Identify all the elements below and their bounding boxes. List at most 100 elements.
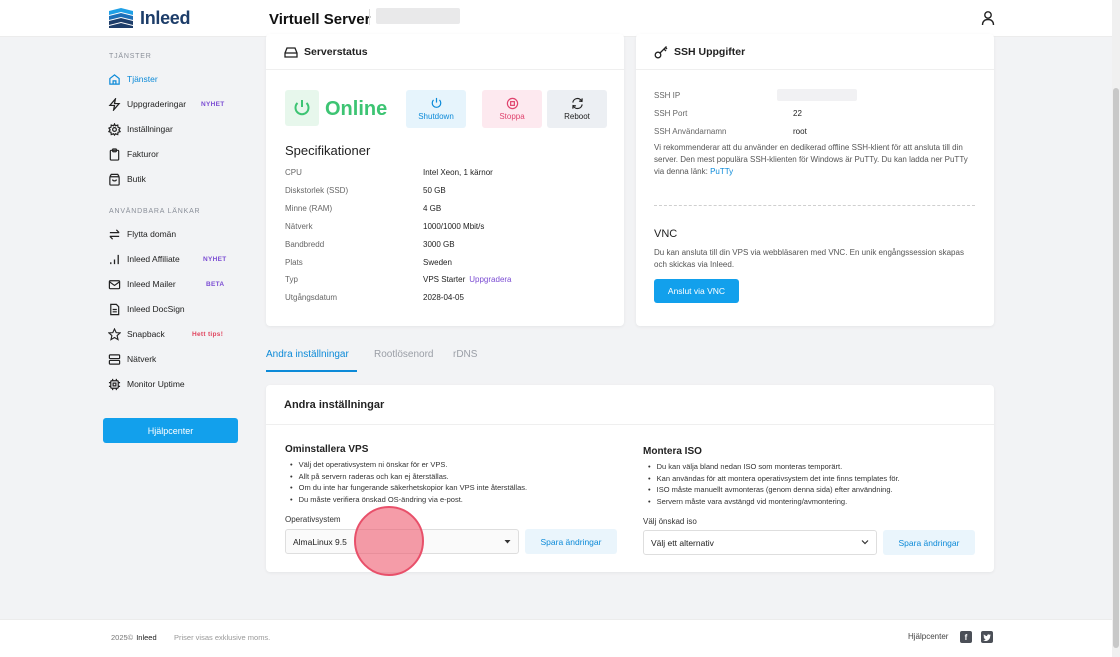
server-status-header: Serverstatus <box>266 34 624 70</box>
footer-note: Priser visas exklusive moms. <box>174 633 271 642</box>
spec-key: Nätverk <box>285 222 313 231</box>
vnc-note: Du kan ansluta till din VPS via webbläsa… <box>654 248 964 269</box>
transfer-icon <box>109 228 120 240</box>
sidebar-item-label: Inleed DocSign <box>127 304 185 314</box>
power-icon <box>431 97 441 108</box>
sidebar-item-label: Snapback <box>127 329 165 339</box>
sidebar-item-uppgraderingar[interactable]: Uppgraderingar <box>108 96 186 112</box>
scrollbar[interactable] <box>1112 0 1120 657</box>
inleed-logo-icon <box>109 8 133 28</box>
settings-title: Andra inställningar <box>284 399 385 411</box>
list-item: Du kan välja bland nedan ISO som montera… <box>648 461 900 473</box>
spec-value: Sweden <box>423 258 452 267</box>
spec-value: Intel Xeon, 1 kärnor <box>423 168 493 177</box>
putty-link[interactable]: PuTTy <box>710 167 733 176</box>
stop-label: Stoppa <box>499 112 525 121</box>
footer-copyright: 2025© Inleed <box>111 633 157 642</box>
help-center-button[interactable]: Hjälpcenter <box>103 418 238 443</box>
home-icon <box>109 73 120 85</box>
copyright-text: 2025© <box>111 633 134 642</box>
brand-name: Inleed <box>140 7 191 28</box>
reboot-label: Reboot <box>564 112 590 121</box>
spec-value: VPS Starter <box>423 275 466 284</box>
tab-rootlosenord[interactable]: Rootlösenord <box>374 349 433 360</box>
sidebar-item-butik[interactable]: Butik <box>108 171 146 187</box>
facebook-icon[interactable]: f <box>960 631 972 643</box>
list-item: Du måste verifiera önskad OS-ändring via… <box>290 494 527 506</box>
sidebar-item-installningar[interactable]: Inställningar <box>108 121 173 137</box>
twitter-icon[interactable] <box>981 631 993 643</box>
stop-button[interactable]: Stoppa <box>482 90 542 128</box>
shutdown-label: Shutdown <box>418 112 454 121</box>
links-heading: ANVÄNDBARA LÄNKAR <box>109 208 201 215</box>
active-tab-indicator <box>266 370 357 372</box>
os-select-value: AlmaLinux 9.5 <box>293 536 347 547</box>
spec-value: 3000 GB <box>423 240 455 249</box>
caret-down-icon <box>504 540 511 544</box>
tab-andra-installningar[interactable]: Andra inställningar <box>266 349 349 360</box>
services-heading: TJÄNSTER <box>109 53 152 60</box>
sidebar-item-label: Inleed Affiliate <box>127 254 180 264</box>
sidebar-item-label: Flytta domän <box>127 229 177 239</box>
ssh-ip-redacted <box>777 89 857 101</box>
key-icon <box>654 45 668 58</box>
chevron-down-icon <box>861 540 869 545</box>
sidebar-item-tjanster[interactable]: Tjänster <box>108 71 158 87</box>
sidebar-item-docsign[interactable]: Inleed DocSign <box>108 301 185 317</box>
server-name-redacted <box>376 8 460 24</box>
document-icon <box>110 303 120 315</box>
tab-rdns[interactable]: rDNS <box>453 349 477 360</box>
ssh-note: Vi rekommenderar att du använder en dedi… <box>654 142 979 178</box>
iso-title: Montera ISO <box>643 446 702 457</box>
reboot-button[interactable]: Reboot <box>547 90 607 128</box>
list-item: Om du inte har fungerande säkerhetskopio… <box>290 482 527 494</box>
clipboard-icon <box>109 147 120 161</box>
shop-icon <box>109 173 120 186</box>
hot-tip-badge: Hett tips! <box>192 331 224 338</box>
sidebar-item-label: Inleed Mailer <box>127 279 176 289</box>
scrollbar-thumb[interactable] <box>1113 88 1119 648</box>
hard-drive-icon <box>284 46 298 58</box>
power-status-indicator <box>285 90 319 126</box>
save-os-button[interactable]: Spara ändringar <box>525 529 617 554</box>
iso-select[interactable]: Välj ett alternativ <box>643 530 877 555</box>
os-field-label: Operativsystem <box>285 515 341 524</box>
bolt-icon <box>108 97 121 111</box>
spec-key: Utgångsdatum <box>285 293 338 302</box>
user-icon[interactable] <box>981 10 995 29</box>
list-item: Välj det operativsystem ni önskar för er… <box>290 459 527 471</box>
ssh-ip-label: SSH IP <box>654 91 681 100</box>
spec-key: CPU <box>285 168 302 177</box>
spec-value: 4 GB <box>423 204 442 213</box>
ssh-user-label: SSH Användarnamn <box>654 127 727 136</box>
sidebar-item-fakturor[interactable]: Fakturor <box>108 146 159 162</box>
new-badge: NYHET <box>203 256 227 263</box>
title-divider <box>369 9 370 25</box>
iso-select-value: Välj ett alternativ <box>651 537 714 548</box>
list-item: Allt på servern raderas och kan ej åters… <box>290 471 527 483</box>
reinstall-bullets: Välj det operativsystem ni önskar för er… <box>290 459 527 506</box>
upgrade-link[interactable]: Uppgradera <box>469 275 511 284</box>
click-indicator <box>354 506 424 576</box>
sidebar-item-monitor-uptime[interactable]: Monitor Uptime <box>108 376 185 392</box>
spec-key: Diskstorlek (SSD) <box>285 186 349 195</box>
spec-value: 1000/1000 Mbit/s <box>423 222 485 231</box>
specifications-title: Specifikationer <box>285 143 371 158</box>
shutdown-button[interactable]: Shutdown <box>406 90 466 128</box>
sidebar-item-snapback[interactable]: Snapback <box>108 326 165 342</box>
sidebar-item-natverk[interactable]: Nätverk <box>108 351 156 367</box>
server-online-status: Online <box>325 98 388 120</box>
sidebar-item-flytta-doman[interactable]: Flytta domän <box>108 226 176 242</box>
chip-icon <box>108 378 121 390</box>
save-iso-button[interactable]: Spara ändringar <box>883 530 975 555</box>
brand-logo[interactable]: Inleed <box>108 7 191 29</box>
sidebar-item-affiliate[interactable]: Inleed Affiliate <box>108 251 180 267</box>
spec-value: 2028-04-05 <box>423 293 464 302</box>
sidebar-item-mailer[interactable]: Inleed Mailer <box>108 276 176 292</box>
refresh-icon <box>571 97 583 110</box>
connect-vnc-button[interactable]: Anslut via VNC <box>654 279 739 303</box>
footer-help-link[interactable]: Hjälpcenter <box>908 632 948 641</box>
ssh-port-label: SSH Port <box>654 109 688 118</box>
spec-key: Plats <box>285 258 303 267</box>
server-icon <box>108 353 121 365</box>
